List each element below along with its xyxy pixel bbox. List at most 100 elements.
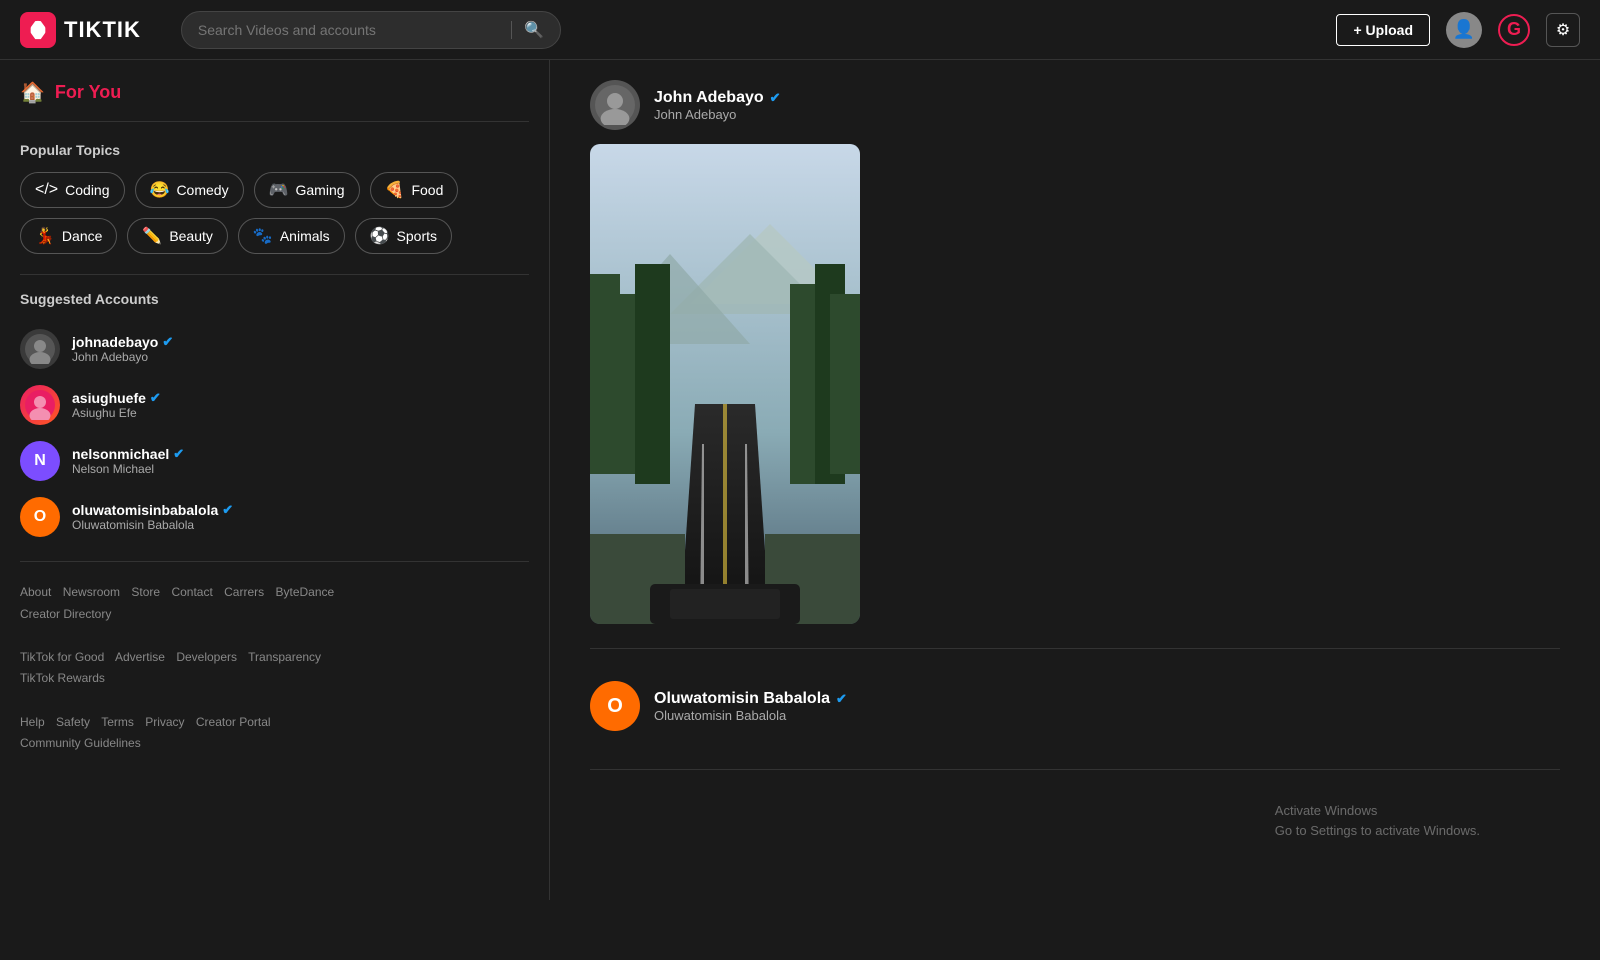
footer-privacy[interactable]: Privacy xyxy=(145,715,184,729)
post-card-1: John Adebayo ✔ John Adebayo xyxy=(590,80,1560,649)
food-icon: 🍕 xyxy=(385,180,405,200)
video-container-1 xyxy=(590,144,1560,624)
sidebar: 🏠 For You Popular Topics </> Coding 😂 Co… xyxy=(0,60,550,900)
settings-button[interactable]: ⚙ xyxy=(1546,13,1580,47)
account-avatar-nelson: N xyxy=(20,441,60,481)
topic-gaming[interactable]: 🎮 Gaming xyxy=(254,172,360,208)
topics-grid: </> Coding 😂 Comedy 🎮 Gaming 🍕 Food 💃 Da… xyxy=(20,172,529,254)
post-verified-2: ✔ xyxy=(836,691,847,707)
topic-beauty-label: Beauty xyxy=(169,228,213,244)
topic-comedy-label: Comedy xyxy=(176,182,228,198)
post-display-1: John Adebayo xyxy=(654,107,781,122)
footer-tiktok-good[interactable]: TikTok for Good xyxy=(20,650,104,664)
account-info-olu: oluwatomisinbabalola ✔ Oluwatomisin Baba… xyxy=(72,502,529,532)
footer-safety[interactable]: Safety xyxy=(56,715,90,729)
account-nelsonmichael[interactable]: N nelsonmichael ✔ Nelson Michael xyxy=(20,433,529,489)
comedy-icon: 😂 xyxy=(150,180,170,200)
footer-community[interactable]: Community Guidelines xyxy=(20,736,141,750)
footer-contact[interactable]: Contact xyxy=(171,585,212,599)
topic-coding-label: Coding xyxy=(65,182,109,198)
topic-dance-label: Dance xyxy=(62,228,102,244)
footer-about[interactable]: About xyxy=(20,585,51,599)
footer-creator-portal[interactable]: Creator Portal xyxy=(196,715,271,729)
account-asiughuefe[interactable]: asiughuefe ✔ Asiughu Efe xyxy=(20,377,529,433)
topic-dance[interactable]: 💃 Dance xyxy=(20,218,117,254)
footer-creator-directory[interactable]: Creator Directory xyxy=(20,607,111,621)
post-username-1: John Adebayo ✔ xyxy=(654,89,781,107)
for-you-label: For You xyxy=(55,82,121,103)
verified-icon-john: ✔ xyxy=(162,334,173,350)
post-avatar-olu[interactable]: O xyxy=(590,681,640,731)
search-icon[interactable]: 🔍 xyxy=(524,20,544,40)
footer-developers[interactable]: Developers xyxy=(176,650,237,664)
for-you-nav[interactable]: 🏠 For You xyxy=(20,80,529,122)
dance-icon: 💃 xyxy=(35,226,55,246)
footer-row-5: Help Safety Terms Privacy Creator Portal xyxy=(20,712,529,734)
post-card-2: O Oluwatomisin Babalola ✔ Oluwatomisin B… xyxy=(590,681,1560,770)
account-avatar-john xyxy=(20,329,60,369)
account-username-asi: asiughuefe ✔ xyxy=(72,390,529,406)
footer-tiktok-rewards[interactable]: TikTok Rewards xyxy=(20,671,105,685)
footer-row-2: Creator Directory xyxy=(20,604,529,626)
search-bar[interactable]: 🔍 xyxy=(181,11,561,49)
footer-store[interactable]: Store xyxy=(131,585,160,599)
footer-advertise[interactable]: Advertise xyxy=(115,650,165,664)
post-username-2: Oluwatomisin Babalola ✔ xyxy=(654,690,847,708)
account-avatar-asi xyxy=(20,385,60,425)
footer-row-6: Community Guidelines xyxy=(20,733,529,755)
g-icon[interactable]: G xyxy=(1498,14,1530,46)
video-thumbnail-1[interactable] xyxy=(590,144,860,624)
account-display-nelson: Nelson Michael xyxy=(72,462,529,476)
topic-beauty[interactable]: ✏️ Beauty xyxy=(127,218,228,254)
account-display-john: John Adebayo xyxy=(72,350,529,364)
footer-row-3: TikTok for Good Advertise Developers Tra… xyxy=(20,647,529,669)
main-layout: 🏠 For You Popular Topics </> Coding 😂 Co… xyxy=(0,60,1600,900)
account-display-olu: Oluwatomisin Babalola xyxy=(72,518,529,532)
post-user-info-1: John Adebayo ✔ John Adebayo xyxy=(654,89,781,122)
footer-transparency[interactable]: Transparency xyxy=(248,650,321,664)
post-display-2: Oluwatomisin Babalola xyxy=(654,708,847,723)
footer-links: About Newsroom Store Contact Carrers Byt… xyxy=(20,582,529,755)
post-verified-1: ✔ xyxy=(770,90,781,106)
topic-coding[interactable]: </> Coding xyxy=(20,172,125,208)
footer-row-1: About Newsroom Store Contact Carrers Byt… xyxy=(20,582,529,604)
footer-newsroom[interactable]: Newsroom xyxy=(63,585,120,599)
topic-sports-label: Sports xyxy=(397,228,437,244)
suggested-accounts-title: Suggested Accounts xyxy=(20,291,529,307)
account-username-olu: oluwatomisinbabalola ✔ xyxy=(72,502,529,518)
account-info-asi: asiughuefe ✔ Asiughu Efe xyxy=(72,390,529,420)
post-user-info-2: Oluwatomisin Babalola ✔ Oluwatomisin Bab… xyxy=(654,690,847,723)
post-avatar-john[interactable] xyxy=(590,80,640,130)
topic-gaming-label: Gaming xyxy=(296,182,345,198)
sports-icon: ⚽ xyxy=(370,226,390,246)
account-info-nelson: nelsonmichael ✔ Nelson Michael xyxy=(72,446,529,476)
avatar[interactable]: 👤 xyxy=(1446,12,1482,48)
topic-sports[interactable]: ⚽ Sports xyxy=(355,218,452,254)
account-info-john: johnadebayo ✔ John Adebayo xyxy=(72,334,529,364)
footer-help[interactable]: Help xyxy=(20,715,45,729)
search-divider xyxy=(511,21,512,39)
upload-button[interactable]: + Upload xyxy=(1336,14,1430,46)
footer-bytedance[interactable]: ByteDance xyxy=(276,585,335,599)
gaming-icon: 🎮 xyxy=(269,180,289,200)
account-oluwatomisin[interactable]: O oluwatomisinbabalola ✔ Oluwatomisin Ba… xyxy=(20,489,529,545)
header-actions: + Upload 👤 G ⚙ xyxy=(1336,12,1580,48)
account-username-john: johnadebayo ✔ xyxy=(72,334,529,350)
beauty-icon: ✏️ xyxy=(142,226,162,246)
topic-animals[interactable]: 🐾 Animals xyxy=(238,218,345,254)
verified-icon-olu: ✔ xyxy=(222,502,233,518)
verified-icon-asi: ✔ xyxy=(150,390,161,406)
topic-food[interactable]: 🍕 Food xyxy=(370,172,459,208)
account-johnadebayo[interactable]: johnadebayo ✔ John Adebayo xyxy=(20,321,529,377)
footer-row-4: TikTok Rewards xyxy=(20,668,529,690)
footer-terms[interactable]: Terms xyxy=(101,715,134,729)
coding-icon: </> xyxy=(35,181,58,199)
header: TIKTIK 🔍 + Upload 👤 G ⚙ xyxy=(0,0,1600,60)
logo[interactable]: TIKTIK xyxy=(20,12,141,48)
footer-carrers[interactable]: Carrers xyxy=(224,585,264,599)
logo-icon xyxy=(20,12,56,48)
post-header-2: O Oluwatomisin Babalola ✔ Oluwatomisin B… xyxy=(590,681,1560,731)
topic-comedy[interactable]: 😂 Comedy xyxy=(135,172,244,208)
suggested-accounts: Suggested Accounts johnadebayo ✔ John Ad… xyxy=(20,291,529,545)
search-input[interactable] xyxy=(198,22,499,38)
